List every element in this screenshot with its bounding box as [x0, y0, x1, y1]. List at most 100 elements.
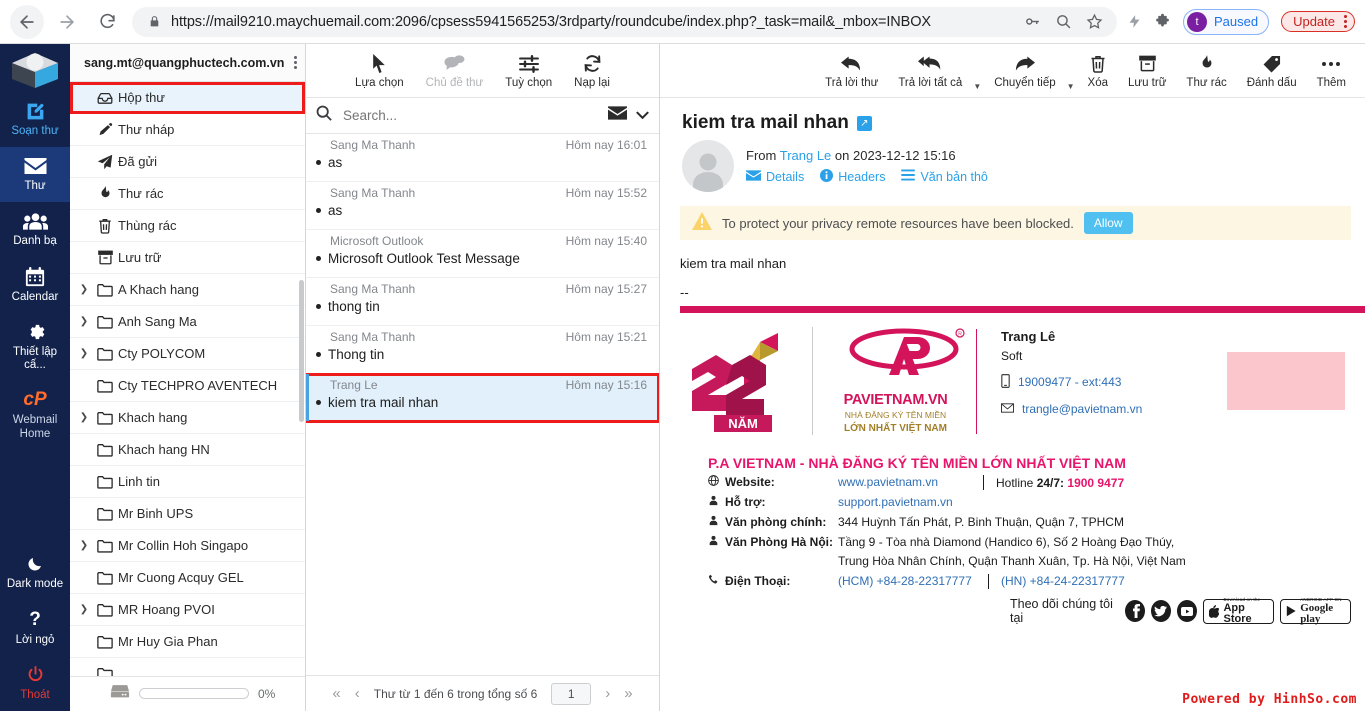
folder-item-linh-tin[interactable]: Linh tin [70, 466, 305, 499]
person-email[interactable]: trangle@pavietnam.vn [1022, 402, 1142, 416]
folder-item-cty-polycom[interactable]: ❯ Cty POLYCOM [70, 338, 305, 371]
folder-item-mr-huy-gia-phan[interactable]: Mr Huy Gia Phan [70, 626, 305, 659]
folder-options-icon[interactable] [294, 56, 297, 70]
chevron-right-icon[interactable]: ❯ [76, 284, 92, 295]
delete-button[interactable]: Xóa [1079, 50, 1117, 92]
rail-item-calendar[interactable]: Calendar [0, 258, 70, 313]
rail-item-help[interactable]: ? Lời ngỏ [0, 601, 70, 656]
search-scope-envelope-icon[interactable] [608, 106, 627, 125]
folder-item-sent[interactable]: Đã gửi [70, 146, 305, 179]
rail-item-dark-mode[interactable]: Dark mode [0, 545, 70, 600]
facebook-icon[interactable] [1125, 600, 1146, 623]
folder-item-trash[interactable]: Thùng rác [70, 210, 305, 243]
chevron-right-icon[interactable]: ❯ [76, 604, 92, 615]
chevron-right-icon[interactable]: ❯ [76, 412, 92, 423]
search-input[interactable] [341, 107, 599, 124]
update-button[interactable]: Update [1281, 11, 1355, 32]
chevron-down-icon[interactable] [636, 107, 649, 125]
folder-label: Thư nháp [118, 122, 175, 138]
folder-item-drafts[interactable]: Thư nháp [70, 114, 305, 147]
more-button[interactable]: Thêm [1308, 50, 1355, 92]
profile-chip[interactable]: t Paused [1182, 8, 1270, 35]
forward-button[interactable]: Chuyển tiếp [985, 50, 1064, 92]
hanoi-line-1: Tầng 9 - Tòa nhà Diamond (Handico 6), Số… [838, 535, 1175, 550]
rail-item-settings[interactable]: Thiết lập cấ... [0, 313, 70, 381]
folder-item-mr-binh-ups[interactable]: Mr Binh UPS [70, 498, 305, 531]
phone-hcm-link[interactable]: (HCM) +84-28-22317777 [838, 574, 972, 588]
select-button[interactable]: Lựa chọn [346, 50, 413, 92]
twitter-icon[interactable] [1151, 600, 1171, 623]
open-in-new-window-icon[interactable]: ↗ [856, 115, 872, 131]
junk-button[interactable]: Thư rác [1177, 50, 1235, 92]
signature-person: Trang Lê Soft 19009477 - ext:443 trangle… [976, 328, 1142, 434]
reply-button[interactable]: Trả lời thư [816, 50, 887, 92]
support-link[interactable]: support.pavietnam.vn [838, 495, 953, 509]
folder-item-mr-cuong-acquy-gel[interactable]: Mr Cuong Acquy GEL [70, 562, 305, 595]
options-button[interactable]: Tuỳ chọn [496, 50, 561, 92]
folder-item-mr-hoang-pvoi[interactable]: ❯ MR Hoang PVOI [70, 594, 305, 627]
next-page-button[interactable]: › [605, 685, 610, 702]
folder-item-khach-hang[interactable]: ❯ Khach hang [70, 402, 305, 435]
page-number-input[interactable]: 1 [551, 682, 592, 705]
star-icon[interactable] [1086, 13, 1103, 30]
rail-item-compose[interactable]: Soạn thư [0, 92, 70, 147]
folder-item-archive[interactable]: Lưu trữ [70, 242, 305, 275]
headers-link[interactable]: Headers [820, 168, 885, 185]
details-link[interactable]: Details [746, 170, 804, 184]
address-bar[interactable]: https://mail9210.maychuemail.com:2096/cp… [132, 6, 1117, 37]
lightning-icon[interactable] [1127, 13, 1142, 30]
threads-button[interactable]: Chủ đề thư [417, 50, 493, 92]
message-row[interactable]: Sang Ma Thanh Hôm nay 15:27 thong tin [306, 278, 659, 326]
rail-item-logout[interactable]: Thoát [0, 656, 70, 711]
sender-name-link[interactable]: Trang Le [780, 148, 832, 163]
youtube-icon[interactable] [1176, 600, 1197, 623]
person-phone[interactable]: 19009477 - ext:443 [1018, 375, 1121, 389]
key-icon[interactable] [1024, 13, 1041, 30]
message-row[interactable]: Sang Ma Thanh Hôm nay 15:21 Thong tin [306, 326, 659, 374]
folder-item-partial[interactable] [70, 658, 305, 676]
chevron-right-icon[interactable]: ❯ [76, 348, 92, 359]
folder-item-a-khach-hang[interactable]: ❯ A Khach hang [70, 274, 305, 307]
rail-item-webmail-home[interactable]: cP Webmail Home [0, 381, 70, 449]
chrome-menu-icon[interactable] [1344, 15, 1347, 28]
first-page-button[interactable]: « [332, 685, 340, 702]
message-row[interactable]: Sang Ma Thanh Hôm nay 15:52 as [306, 182, 659, 230]
mark-button[interactable]: Đánh dấu [1238, 50, 1306, 92]
last-page-button[interactable]: » [624, 685, 632, 702]
folder-item-inbox[interactable]: Hộp thư [70, 82, 305, 115]
rail-item-mail[interactable]: Thư [0, 147, 70, 203]
forward-button[interactable] [50, 5, 84, 39]
search-bar[interactable] [306, 98, 659, 134]
zoom-out-icon[interactable] [1055, 13, 1072, 30]
folder-item-cty-techpro-aventech[interactable]: Cty TECHPRO AVENTECH [70, 370, 305, 403]
message-meta: Sang Ma Thanh Hôm nay 15:52 [316, 186, 647, 200]
chevron-right-icon[interactable]: ❯ [76, 540, 92, 551]
hotline-number[interactable]: 1900 9477 [1067, 476, 1124, 490]
reply-all-caret-icon[interactable]: ▼ [973, 82, 983, 97]
reply-all-button[interactable]: Trả lời tất cả [889, 50, 971, 92]
folder-item-mr-collin-hoh-singapo[interactable]: ❯ Mr Collin Hoh Singapo [70, 530, 305, 563]
back-button[interactable] [10, 4, 44, 39]
googleplay-badge[interactable]: ANDROID APP ON Google play [1279, 597, 1351, 624]
reload-button[interactable] [90, 5, 124, 39]
appstore-badge[interactable]: Download on the App Store [1202, 597, 1274, 624]
folder-item-khach-hang-hn[interactable]: Khach hang HN [70, 434, 305, 467]
forward-caret-icon[interactable]: ▼ [1067, 82, 1077, 97]
phone-hn-link[interactable]: (HN) +84-24-22317777 [1001, 574, 1125, 588]
folder-item-anh-sang-ma[interactable]: ❯ Anh Sang Ma [70, 306, 305, 339]
allow-button[interactable]: Allow [1083, 212, 1133, 234]
folder-item-junk[interactable]: Thư rác [70, 178, 305, 211]
archive-button[interactable]: Lưu trữ [1119, 50, 1175, 92]
chevron-right-icon[interactable]: ❯ [76, 316, 92, 327]
puzzle-icon[interactable] [1154, 13, 1171, 30]
message-row[interactable]: Microsoft Outlook Hôm nay 15:40 Microsof… [306, 230, 659, 278]
plain-text-link[interactable]: Văn bản thô [901, 169, 988, 184]
website-link[interactable]: www.pavietnam.vn [838, 475, 938, 489]
folder-scrollbar[interactable] [299, 280, 304, 423]
rail-item-contacts[interactable]: Danh bạ [0, 202, 70, 257]
message-row[interactable]: Sang Ma Thanh Hôm nay 16:01 as [306, 134, 659, 182]
refresh-button[interactable]: Nạp lại [565, 50, 619, 92]
message-row-selected[interactable]: Trang Le Hôm nay 15:16 kiem tra mail nha… [306, 373, 659, 423]
prev-page-button[interactable]: ‹ [355, 685, 360, 702]
reply-all-icon [917, 53, 943, 75]
